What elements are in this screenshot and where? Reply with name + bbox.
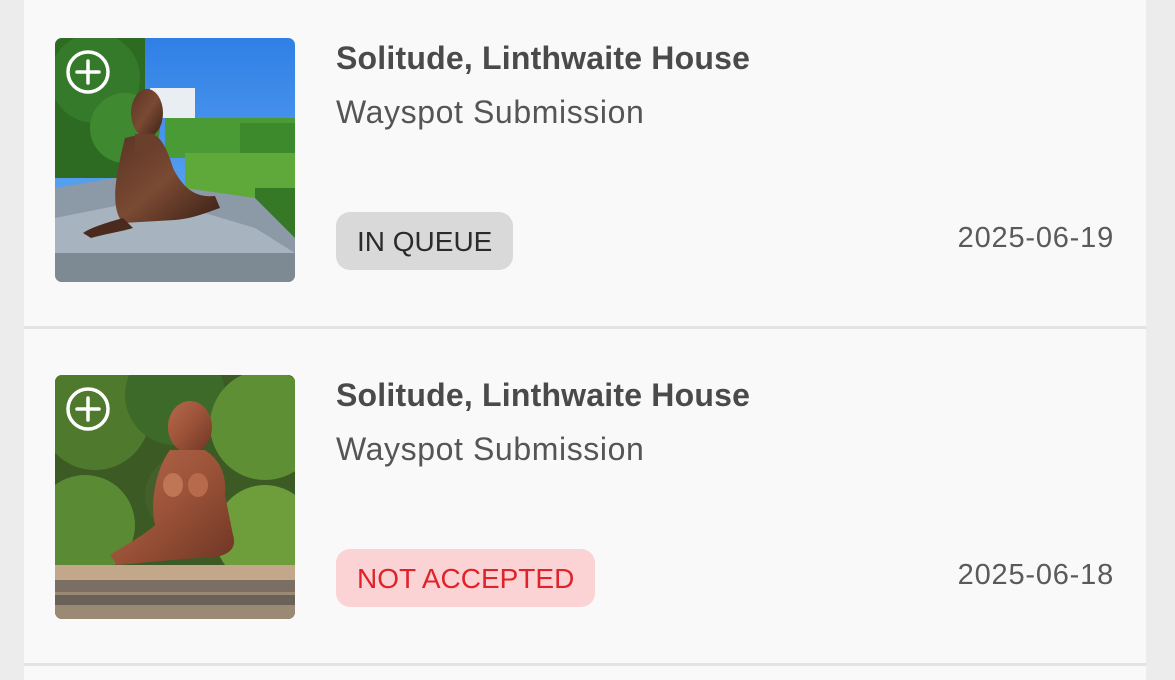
status-badge: NOT ACCEPTED [336,549,596,607]
divider [24,326,1146,329]
submission-date: 2025-06-19 [957,222,1114,254]
submission-date: 2025-06-18 [957,559,1114,591]
status-badge: IN QUEUE [336,212,514,270]
submission-thumbnail[interactable] [55,38,295,282]
submission-title: Solitude, Linthwaite House [336,40,751,76]
submission-card[interactable]: Solitude, Linthwaite House Wayspot Submi… [24,337,1146,665]
submission-card[interactable]: Solitude, Linthwaite House Wayspot Submi… [24,0,1146,328]
plus-circle-icon[interactable] [65,49,111,95]
divider [24,663,1146,666]
submission-title: Solitude, Linthwaite House [336,377,751,413]
submissions-list: Solitude, Linthwaite House Wayspot Submi… [24,0,1146,680]
plus-circle-icon[interactable] [65,386,111,432]
submission-type: Wayspot Submission [336,94,645,130]
submission-type: Wayspot Submission [336,431,645,467]
submission-thumbnail[interactable] [55,375,295,619]
